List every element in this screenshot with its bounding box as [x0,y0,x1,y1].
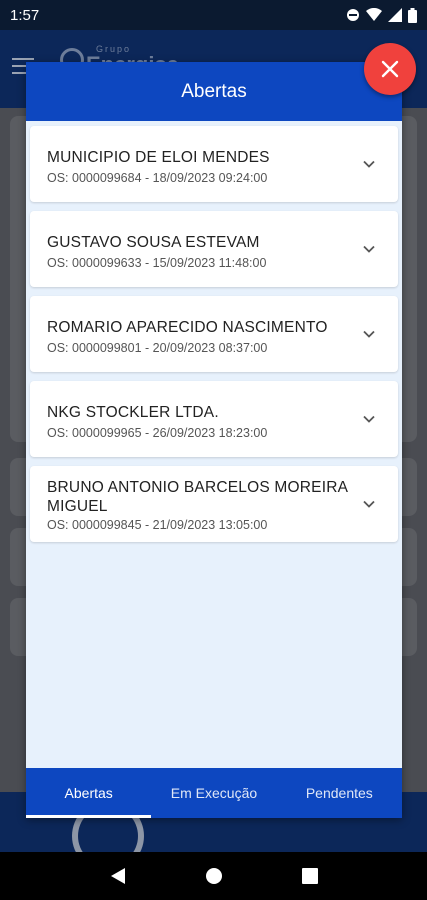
status-icons [346,7,417,23]
item-name: BRUNO ANTONIO BARCELOS MOREIRA MIGUEL [47,479,348,515]
item-os: OS: 0000099684 - 18/09/2023 09:24:00 [47,171,268,185]
item-os: OS: 0000099965 - 26/09/2023 18:23:00 [47,426,268,440]
wifi-icon [366,8,382,21]
item-name: NKG STOCKLER LTDA. [47,404,219,421]
signal-icon [388,8,402,22]
orders-list: MUNICIPIO DE ELOI MENDES OS: 0000099684 … [26,126,402,542]
battery-icon [408,7,417,23]
modal-header: Abertas [26,62,402,121]
tab-em-execucao[interactable]: Em Execução [151,768,276,818]
chevron-down-icon[interactable] [362,242,376,256]
chevron-down-icon[interactable] [362,157,376,171]
chevron-down-icon[interactable] [362,497,376,511]
orders-modal: Abertas MUNICIPIO DE ELOI MENDES OS: 000… [26,62,402,818]
item-name: GUSTAVO SOUSA ESTEVAM [47,234,260,251]
tab-bar: Abertas Em Execução Pendentes [26,768,402,818]
item-os: OS: 0000099633 - 15/09/2023 11:48:00 [47,256,267,270]
close-button[interactable] [364,43,416,95]
list-item[interactable]: MUNICIPIO DE ELOI MENDES OS: 0000099684 … [30,126,398,202]
home-icon[interactable] [205,867,223,885]
back-icon[interactable] [110,867,126,885]
tab-pendentes[interactable]: Pendentes [277,768,402,818]
item-os: OS: 0000099801 - 20/09/2023 08:37:00 [47,341,268,355]
item-name: ROMARIO APARECIDO NASCIMENTO [47,319,328,336]
recents-icon[interactable] [301,868,318,884]
list-item[interactable]: GUSTAVO SOUSA ESTEVAM OS: 0000099633 - 1… [30,211,398,287]
item-name: MUNICIPIO DE ELOI MENDES [47,149,270,166]
status-bar: 1:57 [0,0,427,30]
item-os: OS: 0000099845 - 21/09/2023 13:05:00 [47,518,268,532]
modal-title: Abertas [181,80,247,102]
list-item[interactable]: BRUNO ANTONIO BARCELOS MOREIRA MIGUEL OS… [30,466,398,542]
close-icon [381,60,399,78]
chevron-down-icon[interactable] [362,412,376,426]
list-item[interactable]: NKG STOCKLER LTDA. OS: 0000099965 - 26/0… [30,381,398,457]
status-time: 1:57 [10,6,40,24]
chevron-down-icon[interactable] [362,327,376,341]
list-item[interactable]: ROMARIO APARECIDO NASCIMENTO OS: 0000099… [30,296,398,372]
dnd-icon [347,9,359,21]
tab-abertas[interactable]: Abertas [26,768,152,818]
system-nav-bar [0,852,427,900]
